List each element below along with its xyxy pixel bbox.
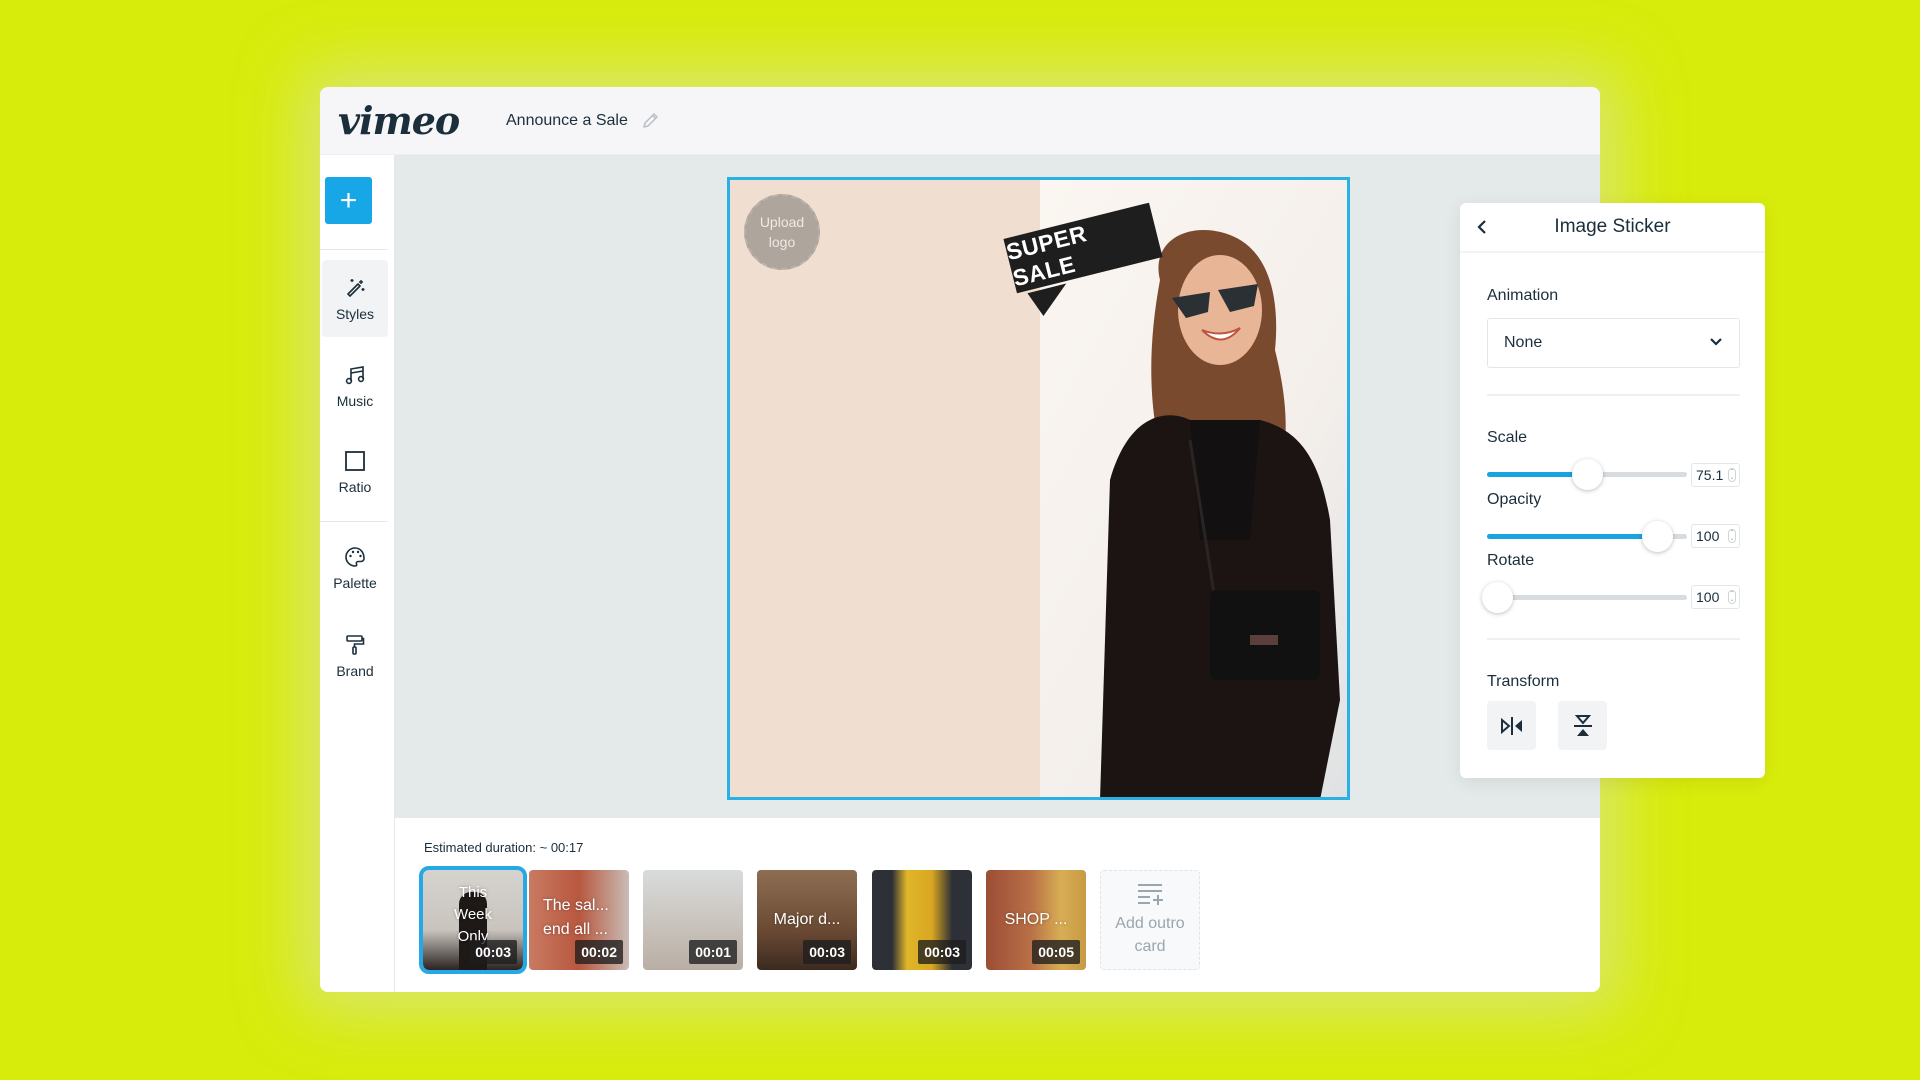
project-title[interactable]: Announce a Sale bbox=[506, 112, 628, 130]
sidebar-item-label: Styles bbox=[335, 305, 375, 322]
rotate-value: 100 bbox=[1696, 589, 1720, 605]
panel-header: Image Sticker bbox=[1460, 203, 1765, 253]
magic-wand-icon bbox=[347, 278, 365, 297]
add-list-icon bbox=[1138, 884, 1163, 905]
animation-label: Animation bbox=[1487, 287, 1559, 304]
flip-vertical-button[interactable] bbox=[1558, 701, 1607, 750]
flip-vertical-icon bbox=[1573, 714, 1592, 736]
clip-duration: 00:03 bbox=[469, 940, 517, 964]
sidebar-item-label: Ratio bbox=[338, 478, 372, 495]
editor-window: vimeo Announce a Sale + Styles Music Rat… bbox=[320, 87, 1600, 992]
canvas-area: Upload logo SUPER SALE bbox=[395, 155, 1600, 818]
rotate-label: Rotate bbox=[1487, 552, 1535, 569]
clip-title: Major d... bbox=[773, 911, 841, 928]
clip-duration: 00:03 bbox=[918, 940, 966, 964]
timeline: Estimated duration: ~ 00:17 This Week On… bbox=[395, 818, 1600, 992]
clip-title: This Week Only bbox=[453, 884, 493, 945]
opacity-label: Opacity bbox=[1487, 491, 1542, 508]
slider-thumb[interactable] bbox=[1482, 582, 1513, 613]
estimated-duration: Estimated duration: ~ 00:17 bbox=[424, 840, 584, 855]
paint-roller-icon bbox=[346, 634, 365, 655]
sidebar-item-palette[interactable]: Palette bbox=[322, 529, 388, 606]
panel-divider bbox=[1487, 638, 1740, 640]
timeline-clip[interactable]: This Week Only 00:03 bbox=[419, 866, 527, 974]
stepper-icon[interactable]: ⌃ ⌄ bbox=[1728, 590, 1736, 604]
add-outro-line2: card bbox=[1134, 938, 1166, 955]
sidebar-item-music[interactable]: Music bbox=[322, 347, 388, 424]
clip-title-line: The sal... bbox=[543, 897, 609, 914]
beige-background bbox=[730, 180, 1040, 797]
scale-input[interactable]: 75.1 ⌃ ⌄ bbox=[1691, 463, 1740, 487]
animation-value: None bbox=[1504, 334, 1543, 351]
sidebar-item-styles[interactable]: Styles bbox=[322, 260, 388, 337]
timeline-clip[interactable]: 00:01 bbox=[643, 870, 743, 970]
add-outro-card-button[interactable]: Add outro card bbox=[1100, 870, 1200, 970]
upload-logo-line2: logo bbox=[768, 234, 796, 250]
edit-title-pencil-icon[interactable] bbox=[640, 111, 660, 131]
scale-label: Scale bbox=[1487, 429, 1528, 446]
square-icon bbox=[345, 450, 365, 471]
sidebar-item-label: Brand bbox=[336, 662, 374, 679]
add-button[interactable]: + bbox=[325, 177, 372, 224]
rotate-input[interactable]: 100 ⌃ ⌄ bbox=[1691, 585, 1740, 609]
slider-thumb[interactable] bbox=[1642, 521, 1673, 552]
opacity-input[interactable]: 100 ⌃ ⌄ bbox=[1691, 524, 1740, 548]
sidebar: + Styles Music Ratio Palette Brand bbox=[320, 155, 395, 992]
timeline-clip[interactable]: SHOP ... 00:05 bbox=[986, 870, 1086, 970]
clip-duration: 00:05 bbox=[1032, 940, 1080, 964]
panel-title: Image Sticker bbox=[1554, 216, 1671, 237]
clip-title: The sal... end all ... bbox=[529, 894, 629, 942]
scale-slider[interactable] bbox=[1487, 459, 1687, 490]
timeline-clip[interactable]: 00:03 bbox=[872, 870, 972, 970]
top-bar: vimeo Announce a Sale bbox=[320, 87, 1600, 155]
music-note-icon bbox=[345, 365, 365, 384]
clip-duration: 00:03 bbox=[803, 940, 851, 964]
timeline-clip[interactable]: Major d... 00:03 bbox=[757, 870, 857, 970]
slider-track bbox=[1487, 595, 1687, 600]
clip-duration: 00:01 bbox=[689, 940, 737, 964]
flip-horizontal-icon bbox=[1500, 716, 1522, 735]
sidebar-item-ratio[interactable]: Ratio bbox=[322, 433, 388, 510]
upload-logo-line1: Upload bbox=[759, 213, 805, 230]
stepper-icon[interactable]: ⌃ ⌄ bbox=[1728, 468, 1736, 482]
sidebar-item-label: Palette bbox=[333, 574, 377, 591]
video-preview-frame[interactable]: Upload logo SUPER SALE bbox=[727, 177, 1350, 800]
add-outro-line1: Add outro bbox=[1115, 915, 1185, 932]
clip-title-line: end all ... bbox=[543, 921, 608, 938]
panel-divider bbox=[1487, 394, 1740, 396]
flip-horizontal-button[interactable] bbox=[1487, 701, 1536, 750]
sidebar-divider bbox=[320, 521, 388, 522]
image-sticker-panel: Image Sticker Animation None Scale 75.1 … bbox=[1460, 203, 1765, 778]
opacity-value: 100 bbox=[1696, 528, 1720, 544]
opacity-slider[interactable] bbox=[1487, 521, 1687, 552]
sidebar-divider bbox=[320, 249, 388, 250]
animation-select[interactable]: None bbox=[1487, 318, 1740, 368]
chevron-down-icon bbox=[1710, 338, 1722, 346]
transform-label: Transform bbox=[1487, 673, 1560, 690]
rotate-slider[interactable] bbox=[1482, 582, 1687, 613]
slider-thumb[interactable] bbox=[1571, 459, 1603, 490]
sidebar-item-label: Music bbox=[336, 392, 374, 409]
slider-fill bbox=[1487, 534, 1657, 539]
back-chevron-icon[interactable] bbox=[1474, 218, 1492, 236]
palette-icon bbox=[345, 546, 365, 567]
timeline-clip[interactable]: The sal... end all ... 00:02 bbox=[529, 870, 629, 970]
scale-value: 75.1 bbox=[1696, 467, 1724, 483]
stepper-icon[interactable]: ⌃ ⌄ bbox=[1728, 529, 1736, 543]
clip-title: SHOP ... bbox=[1004, 911, 1068, 928]
vimeo-logo[interactable]: vimeo bbox=[338, 98, 468, 143]
sidebar-item-brand[interactable]: Brand bbox=[322, 617, 388, 694]
clip-duration: 00:02 bbox=[575, 940, 623, 964]
upload-logo-button[interactable]: Upload logo bbox=[744, 194, 820, 270]
